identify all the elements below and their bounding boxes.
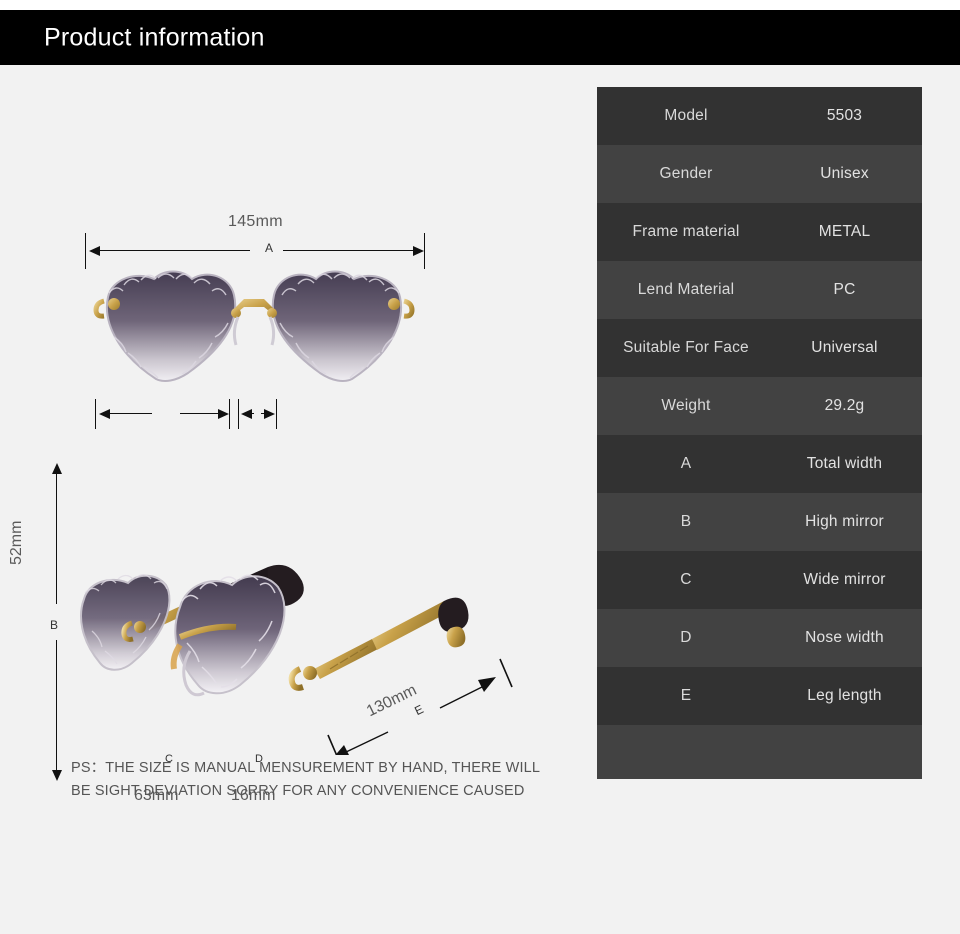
spec-value: 29.2g [775, 397, 922, 415]
spec-label: Lend Material [597, 281, 775, 299]
table-row-empty [597, 725, 922, 779]
table-row: Weight 29.2g [597, 377, 922, 435]
table-row: E Leg length [597, 667, 922, 725]
page-title: Product information [44, 23, 265, 52]
header-bar: Product information [0, 10, 960, 65]
table-row: B High mirror [597, 493, 922, 551]
spec-value: Total width [775, 455, 922, 473]
dimension-b-letter: B [50, 614, 58, 636]
spec-value: Leg length [775, 687, 922, 705]
spec-label: Gender [597, 165, 775, 183]
spec-label: E [597, 687, 775, 705]
table-row: D Nose width [597, 609, 922, 667]
specification-table: Model 5503 Gender Unisex Frame material … [597, 87, 922, 779]
table-row: Lend Material PC [597, 261, 922, 319]
table-row: A Total width [597, 435, 922, 493]
spec-label: B [597, 513, 775, 531]
diagram-column: 145mm A [0, 65, 580, 934]
top-white-strip [0, 0, 960, 10]
spec-value: Universal [775, 339, 922, 357]
table-row: Model 5503 [597, 87, 922, 145]
spec-label: D [597, 629, 775, 647]
sunglasses-front-image [78, 261, 430, 393]
spec-value: Unisex [775, 165, 922, 183]
table-row: C Wide mirror [597, 551, 922, 609]
spec-label: Model [597, 107, 775, 125]
spec-value: METAL [775, 223, 922, 241]
table-row: Suitable For Face Universal [597, 319, 922, 377]
dimension-a-value: 145mm [228, 213, 283, 231]
product-information-page: Product information 145mm A [0, 0, 960, 934]
dimension-e-arrow: 130mm E [322, 635, 522, 755]
spec-value: High mirror [775, 513, 922, 531]
table-row: Gender Unisex [597, 145, 922, 203]
spec-value: PC [775, 281, 922, 299]
dimension-a-letter: A [256, 241, 282, 256]
measurement-note-line-2: BE SIGHT DEVIATION SORRY FOR ANY CONVENI… [71, 780, 541, 803]
measurement-note: PS：THE SIZE IS MANUAL MENSUREMENT BY HAN… [71, 757, 541, 803]
dimension-b-value: 52mm [8, 521, 26, 565]
table-row: Frame material METAL [597, 203, 922, 261]
spec-value: Wide mirror [775, 571, 922, 589]
spec-label: C [597, 571, 775, 589]
spec-label: Suitable For Face [597, 339, 775, 357]
measurement-note-line-1: PS：THE SIZE IS MANUAL MENSUREMENT BY HAN… [71, 757, 541, 780]
spec-value: Nose width [775, 629, 922, 647]
front-view-block: 145mm A [0, 65, 580, 415]
spec-label: A [597, 455, 775, 473]
spec-label: Weight [597, 397, 775, 415]
front-bottom-dimensions: C D 63mm 16mm [0, 405, 580, 475]
spec-value: 5503 [775, 107, 922, 125]
spec-label: Frame material [597, 223, 775, 241]
